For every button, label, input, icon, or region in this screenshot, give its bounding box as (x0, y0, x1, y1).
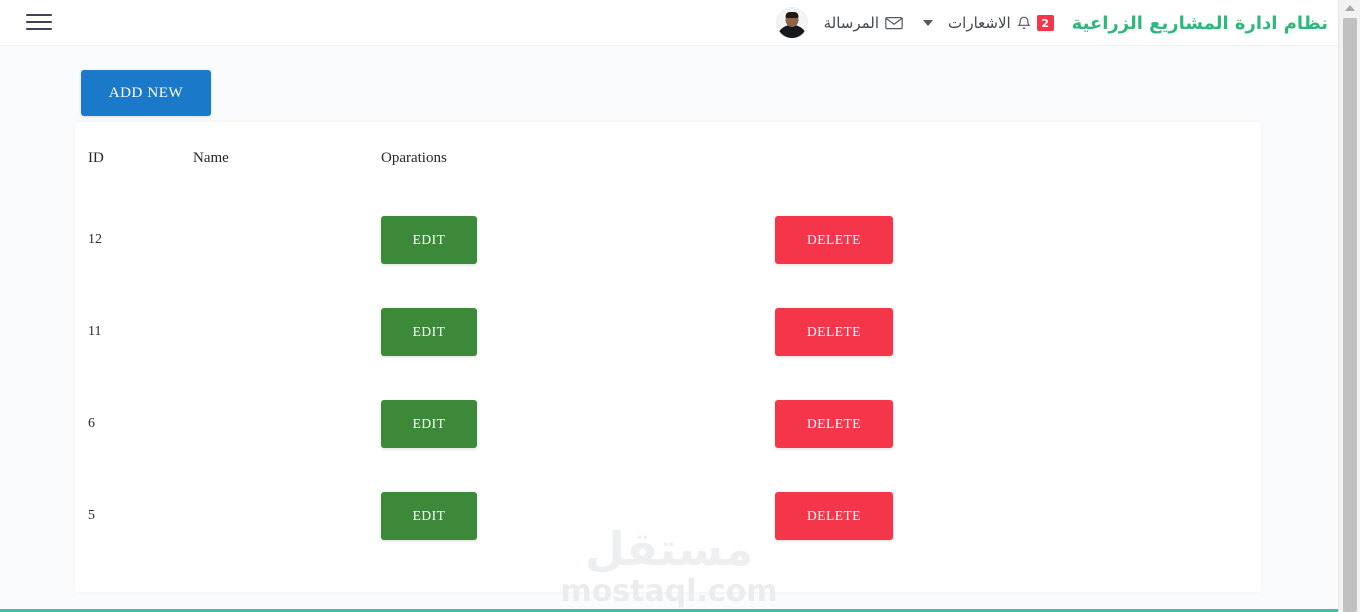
column-header-id: ID (88, 149, 104, 166)
table-row: 12 EDIT DELETE (75, 194, 1261, 286)
hamburger-bar (26, 28, 52, 30)
cell-name (193, 470, 381, 562)
operations-group: EDIT DELETE (381, 194, 1261, 286)
cell-operations: EDIT DELETE (381, 470, 1261, 562)
operations-group: EDIT DELETE (381, 470, 1261, 562)
envelope-icon (885, 16, 903, 30)
delete-button[interactable]: DELETE (775, 492, 893, 540)
table-row: 6 EDIT DELETE (75, 378, 1261, 470)
column-header-name: Name (193, 149, 229, 166)
delete-button[interactable]: DELETE (775, 400, 893, 448)
main-content: ADD NEW ID Name Oparations 12 EDIT DELET… (0, 46, 1338, 612)
table-header-row: ID Name Oparations (75, 122, 1261, 194)
delete-button[interactable]: DELETE (775, 216, 893, 264)
table-head: ID Name Oparations (75, 122, 1261, 194)
cell-id: 5 (88, 508, 95, 523)
table-body: 12 EDIT DELETE 11 EDIT DELETE 6 EDIT DEL… (75, 194, 1261, 562)
delete-button[interactable]: DELETE (775, 308, 893, 356)
brand-title: نظام ادارة المشاريع الزراعية (1071, 12, 1328, 34)
records-table: ID Name Oparations 12 EDIT DELETE 11 EDI… (75, 122, 1261, 562)
cell-operations: EDIT DELETE (381, 286, 1261, 378)
messages-menu[interactable]: المرسالة (824, 14, 903, 32)
edit-button[interactable]: EDIT (381, 400, 477, 448)
cell-operations: EDIT DELETE (381, 378, 1261, 470)
top-navbar: نظام ادارة المشاريع الزراعية 2 الاشعارات (0, 0, 1338, 46)
operations-group: EDIT DELETE (381, 378, 1261, 470)
table-row: 11 EDIT DELETE (75, 286, 1261, 378)
cell-name (193, 378, 381, 470)
hamburger-menu-icon[interactable] (26, 11, 52, 33)
add-new-button[interactable]: ADD NEW (81, 70, 211, 116)
cell-id: 6 (88, 416, 95, 431)
navbar-right-group: نظام ادارة المشاريع الزراعية 2 الاشعارات (770, 0, 1328, 46)
table-row: 5 EDIT DELETE (75, 470, 1261, 562)
chevron-down-icon[interactable] (923, 20, 934, 26)
edit-button[interactable]: EDIT (381, 216, 477, 264)
cell-name (193, 194, 381, 286)
operations-group: EDIT DELETE (381, 286, 1261, 378)
scrollbar-thumb[interactable] (1343, 18, 1357, 612)
hamburger-bar (26, 14, 52, 16)
cell-id: 12 (88, 232, 102, 247)
scroll-up-arrow-icon[interactable] (1344, 5, 1355, 11)
edit-button[interactable]: EDIT (381, 308, 477, 356)
bell-icon (1016, 15, 1032, 32)
cell-operations: EDIT DELETE (381, 194, 1261, 286)
notifications-label: الاشعارات (948, 14, 1011, 32)
edit-button[interactable]: EDIT (381, 492, 477, 540)
avatar-hair (785, 12, 799, 18)
data-table-card: ID Name Oparations 12 EDIT DELETE 11 EDI… (75, 122, 1261, 592)
page-scrollbar[interactable] (1338, 0, 1360, 612)
cell-name (193, 286, 381, 378)
cell-id: 11 (88, 324, 102, 339)
notification-badge: 2 (1036, 15, 1054, 31)
column-header-oparations: Oparations (381, 149, 447, 166)
user-avatar[interactable] (775, 7, 808, 39)
messages-label: المرسالة (823, 14, 880, 32)
hamburger-bar (26, 21, 52, 23)
notifications-menu[interactable]: 2 الاشعارات (919, 14, 1054, 32)
page-viewport: نظام ادارة المشاريع الزراعية 2 الاشعارات (0, 0, 1338, 612)
